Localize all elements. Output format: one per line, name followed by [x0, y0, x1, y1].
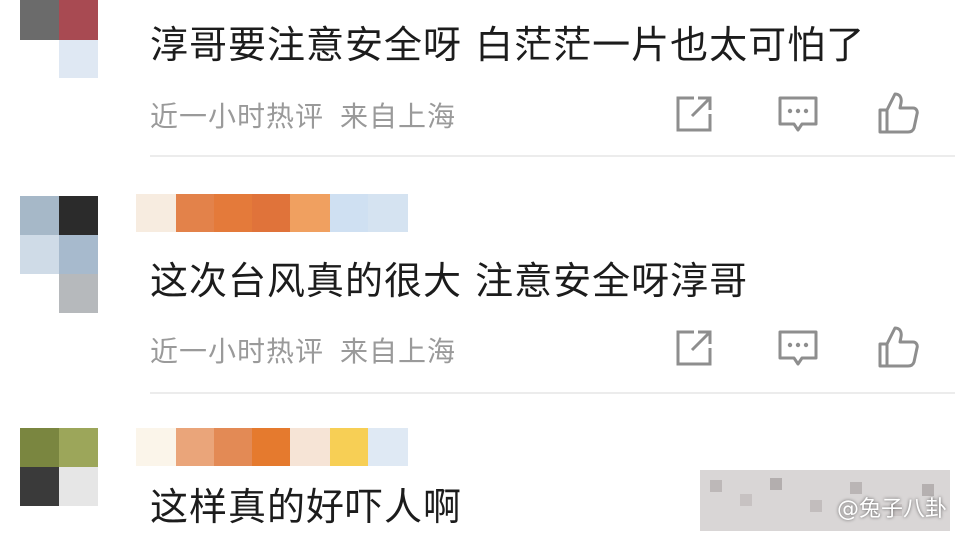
username-mosaic[interactable] [136, 428, 408, 468]
share-button[interactable] [670, 90, 718, 138]
reply-button[interactable] [774, 90, 822, 138]
share-icon [676, 96, 712, 132]
comment-text: 淳哥要注意安全呀 白茫茫一片也太可怕了 [150, 23, 866, 67]
share-icon [676, 330, 712, 366]
comment-meta: 近一小时热评 来自上海 [150, 95, 456, 135]
comment-meta: 近一小时热评 来自上海 [150, 330, 456, 370]
thumbs-up-icon [878, 326, 919, 368]
thumbs-up-icon [878, 92, 919, 134]
share-button[interactable] [670, 324, 718, 372]
comment-location: 来自上海 [340, 100, 457, 133]
comment-location: 来自上海 [340, 335, 457, 368]
divider [150, 392, 955, 394]
avatar[interactable] [20, 428, 98, 531]
comment-text: 这样真的好吓人啊 [150, 485, 463, 529]
comment-text: 这次台风真的很大 注意安全呀淳哥 [150, 259, 749, 303]
avatar[interactable] [20, 196, 98, 313]
comment-actions [670, 324, 930, 372]
username-mosaic[interactable] [136, 194, 408, 254]
comment-actions [670, 90, 930, 138]
comment-icon [778, 96, 818, 132]
divider [150, 155, 955, 157]
comment-1: 淳哥要注意安全呀 白茫茫一片也太可怕了 近一小时热评 来自上海 [0, 0, 955, 160]
like-button[interactable] [874, 90, 922, 138]
reply-button[interactable] [774, 324, 822, 372]
like-button[interactable] [874, 324, 922, 372]
watermark: @兔子八卦 [836, 497, 947, 522]
comment-icon [778, 330, 818, 366]
comment-2: 这次台风真的很大 注意安全呀淳哥 近一小时热评 来自上海 [0, 180, 955, 400]
comment-time: 近一小时热评 [150, 100, 325, 133]
avatar[interactable] [20, 0, 98, 80]
comment-time: 近一小时热评 [150, 335, 325, 368]
